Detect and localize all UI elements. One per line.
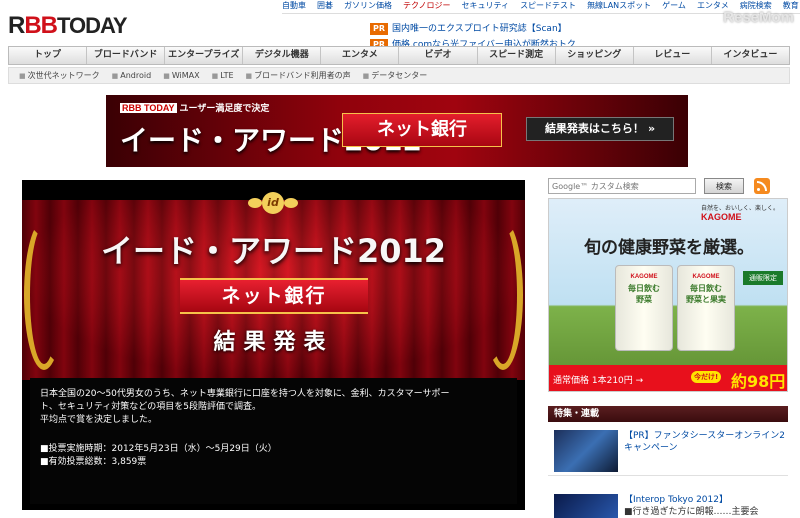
hero-category-ribbon: ネット銀行 (180, 278, 368, 314)
ad-sale-price: 約98円! (731, 372, 788, 391)
ad-regular-price: 通常価格 1本210円 → (553, 376, 644, 386)
rss-icon[interactable] (754, 178, 770, 194)
kagome-ad[interactable]: 自然を、おいしく、楽しく。 KAGOME 旬の健康野菜を厳選。 KAGOME 毎… (548, 198, 788, 392)
emblem-letter: id (262, 192, 284, 214)
top-link-speedtest[interactable]: スピードテスト (520, 0, 576, 13)
sub-nav-lte[interactable]: LTE (212, 68, 233, 83)
nav-item-speed[interactable]: スピード測定 (478, 47, 556, 64)
top-link-car[interactable]: 自動車 (282, 0, 306, 13)
main-nav: トップ ブロードバンド エンタープライズ デジタル機器 エンタメ ビデオ スピー… (8, 46, 790, 65)
nav-item-top[interactable]: トップ (9, 47, 88, 64)
search-button[interactable]: 検索 (704, 178, 744, 194)
sub-nav-nextgen[interactable]: 次世代ネットワーク (19, 68, 100, 83)
ad-brand-name: KAGOME (700, 212, 742, 222)
nav-item-shopping[interactable]: ショッピング (556, 47, 634, 64)
site-logo[interactable]: RBBTODAY (8, 12, 128, 39)
sub-nav-datacenter[interactable]: データセンター (363, 68, 427, 83)
hero-result-heading: 結果発表 (213, 330, 334, 355)
can-line: 毎日飲む (690, 284, 722, 293)
banner-results-label: 結果発表はこちら！ (544, 122, 644, 135)
sub-nav-wimax[interactable]: WiMAX (163, 68, 200, 83)
sub-nav-android[interactable]: Android (112, 68, 151, 83)
pr-link-scan[interactable]: PR 国内唯一のエクスプロイト研究誌【Scan】 (370, 22, 670, 36)
description-line: ト、セキュリティ対策などの項目を5段階評価で調査。 (40, 402, 262, 412)
double-chevron-right-icon: » (647, 122, 656, 135)
juice-can-vegetable: KAGOME 毎日飲む 野菜 (615, 265, 673, 351)
top-link-wifi-spot[interactable]: 無線LANスポット (587, 0, 651, 13)
award-banner[interactable]: RBB TODAY ユーザー満足度で決定 イード・アワード2012 ネット銀行 結… (106, 95, 688, 167)
banner-category-ribbon: ネット銀行 (342, 113, 502, 147)
winged-emblem-icon: id (248, 184, 298, 224)
logo-today: TODAY (57, 13, 128, 38)
feature-item[interactable]: 【Interop Tokyo 2012】 ■行き過ぎた方に朗報……主要会 (548, 490, 788, 518)
hero-description: 日本全国の20～50代男女のうち、ネット専業銀行に口座を持つ人を対象に、金利、カ… (30, 378, 517, 504)
nav-item-digital[interactable]: デジタル機器 (243, 47, 322, 64)
logo-r: R (8, 12, 25, 39)
wing-right-shape (284, 198, 298, 208)
ad-price-bar: 通常価格 1本210円 → 今だけ! 約98円! (549, 365, 788, 391)
search-input[interactable] (548, 178, 696, 194)
nav-item-enterprise[interactable]: エンタープライズ (165, 47, 244, 64)
can-brand: KAGOME (630, 274, 658, 280)
banner-brand-logo: RBB TODAY (120, 103, 177, 113)
can-line: 毎日飲む (628, 284, 660, 293)
banner-results-button[interactable]: 結果発表はこちら！» (526, 117, 674, 141)
feature-subtitle: ■行き過ぎた方に朗報……主要会 (624, 507, 759, 517)
hero-award-title: イード・アワード2012 (100, 232, 447, 270)
top-link-technology[interactable]: テクノロジー (403, 0, 451, 13)
banner-brand-caption: ユーザー満足度で決定 (179, 104, 270, 114)
nav-item-broadband[interactable]: ブロードバンド (87, 47, 166, 64)
survey-period: ■投票実施時期：2012年5月23日（水）～5月29日（火） (40, 444, 277, 454)
feature-thumbnail[interactable] (554, 494, 618, 518)
vote-count: ■有効投票総数：3,859票 (40, 457, 147, 467)
nav-item-interview[interactable]: インタビュー (712, 47, 789, 64)
award-hero: id イード・アワード2012 ネット銀行 結果発表 日本全国の20～50代男女… (22, 180, 525, 510)
can-line: 野菜と果実 (686, 295, 726, 304)
top-link-igo[interactable]: 囲碁 (317, 0, 333, 13)
site-header: RBBTODAY 自動車 囲碁 ガソリン価格 テクノロジー セキュリティ スピー… (0, 0, 800, 51)
feature-thumbnail[interactable] (554, 430, 618, 472)
nav-item-entertainment[interactable]: エンタメ (321, 47, 400, 64)
feature-title[interactable]: 【Interop Tokyo 2012】 ■行き過ぎた方に朗報……主要会 (624, 494, 786, 518)
description-line: 平均点で賞を決定しました。 (40, 415, 158, 425)
wing-left-shape (248, 198, 262, 208)
sub-nav: 次世代ネットワーク Android WiMAX LTE ブロードバンド利用者の声… (8, 67, 790, 84)
ad-tagline: 自然を、おいしく、楽しく。 (700, 206, 779, 212)
can-brand: KAGOME (692, 274, 720, 280)
logo-bb: BB (24, 12, 58, 39)
pr-badge: PR (370, 23, 389, 35)
can-line: 野菜 (636, 295, 652, 304)
feature-title[interactable]: 【PR】ファンタシースターオンライン2キャンペーン (624, 430, 786, 454)
resemom-logo[interactable]: ReseMom (674, 4, 794, 32)
banner-brand-line: RBB TODAY ユーザー満足度で決定 (120, 101, 269, 114)
ad-brand: 自然を、おいしく、楽しく。 KAGOME (701, 203, 779, 222)
feature-title-text: 【Interop Tokyo 2012】 (624, 495, 728, 505)
nav-item-review[interactable]: レビュー (634, 47, 712, 64)
ad-headline: 旬の健康野菜を厳選。 (584, 238, 754, 258)
ad-today-badge: 今だけ! (691, 371, 722, 383)
feature-item[interactable]: 【PR】ファンタシースターオンライン2キャンペーン (548, 426, 788, 476)
top-link-gasoline[interactable]: ガソリン価格 (344, 0, 392, 13)
pr-text: 国内唯一のエクスプロイト研究誌【Scan】 (392, 24, 567, 34)
juice-can-vegetable-fruit: KAGOME 毎日飲む 野菜と果実 (677, 265, 735, 351)
sub-nav-user-voice[interactable]: ブロードバンド利用者の声 (246, 68, 350, 83)
feature-section-header: 特集・連載 (548, 406, 788, 422)
description-line: 日本全国の20～50代男女のうち、ネット専業銀行に口座を持つ人を対象に、金利、カ… (40, 389, 450, 399)
site-search: 検索 (548, 178, 788, 194)
top-link-security[interactable]: セキュリティ (462, 0, 510, 13)
nav-item-video[interactable]: ビデオ (399, 47, 478, 64)
ad-limited-badge: 通販限定 (743, 271, 783, 285)
